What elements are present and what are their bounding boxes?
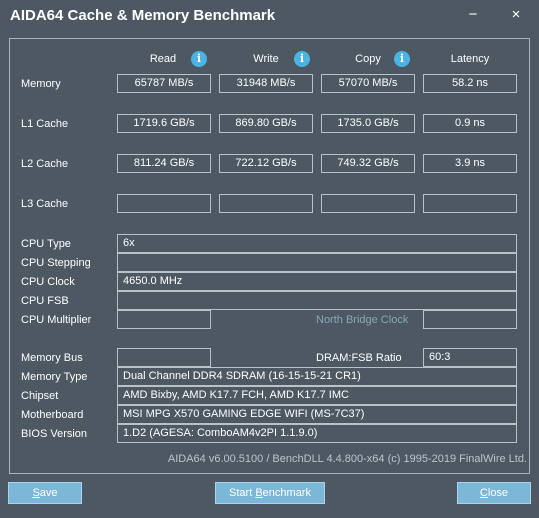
close-mnemonic: C <box>479 487 488 499</box>
minimize-icon[interactable]: − <box>461 4 485 26</box>
memory-bus-label: Memory Bus <box>21 352 83 364</box>
read-info-icon[interactable]: i <box>191 51 207 67</box>
cpu-type-label: CPU Type <box>21 238 71 250</box>
read-column-header: Read <box>149 53 177 65</box>
memory-latency-value: 58.2 ns <box>423 74 517 93</box>
write-column-header: Write <box>253 53 279 65</box>
cpu-multiplier-label: CPU Multiplier <box>21 314 92 326</box>
motherboard-value: MSI MPG X570 GAMING EDGE WIFI (MS-7C37) <box>117 405 517 424</box>
l3-copy-value <box>321 194 415 213</box>
window-title: AIDA64 Cache & Memory Benchmark <box>10 7 276 24</box>
l2-cache-row-label: L2 Cache <box>21 158 69 170</box>
memory-type-label: Memory Type <box>21 371 88 383</box>
save-button[interactable]: Save <box>8 482 82 504</box>
l1-latency-value: 0.9 ns <box>423 114 517 133</box>
l3-read-value <box>117 194 211 213</box>
memory-read-value: 65787 MB/s <box>117 74 211 93</box>
l1-cache-row-label: L1 Cache <box>21 118 69 130</box>
memory-copy-value: 57070 MB/s <box>321 74 415 93</box>
start-label-prefix: Start <box>229 487 256 499</box>
copyright-footer: AIDA64 v6.00.5100 / BenchDLL 4.4.800-x64… <box>167 453 527 465</box>
memory-write-value: 31948 MB/s <box>219 74 313 93</box>
title-bar: AIDA64 Cache & Memory Benchmark − × <box>0 0 539 32</box>
l3-latency-value <box>423 194 517 213</box>
cpu-clock-value: 4650.0 MHz <box>117 272 517 291</box>
cpu-fsb-label: CPU FSB <box>21 295 69 307</box>
l3-cache-row-label: L3 Cache <box>21 198 69 210</box>
start-label-rest: enchmark <box>262 487 311 499</box>
cpu-fsb-value <box>117 291 517 310</box>
cpu-clock-label: CPU Clock <box>21 276 75 288</box>
latency-column-header: Latency <box>450 53 490 65</box>
dram-fsb-ratio-value: 60:3 <box>423 348 517 367</box>
l2-copy-value: 749.32 GB/s <box>321 154 415 173</box>
save-mnemonic: S <box>32 487 40 499</box>
start-mnemonic: B <box>255 487 263 499</box>
cpu-type-value: 6x <box>117 234 517 253</box>
save-label-rest: ave <box>39 487 58 499</box>
memory-row-label: Memory <box>21 78 61 90</box>
l3-write-value <box>219 194 313 213</box>
cpu-stepping-value <box>117 253 517 272</box>
l2-read-value: 811.24 GB/s <box>117 154 211 173</box>
l1-copy-value: 1735.0 GB/s <box>321 114 415 133</box>
chipset-label: Chipset <box>21 390 59 402</box>
motherboard-label: Motherboard <box>21 409 84 421</box>
north-bridge-clock-value <box>423 310 517 329</box>
cpu-stepping-label: CPU Stepping <box>21 257 91 269</box>
copy-info-icon[interactable]: i <box>394 51 410 67</box>
cpu-multiplier-value <box>117 310 211 329</box>
chipset-value: AMD Bixby, AMD K17.7 FCH, AMD K17.7 IMC <box>117 386 517 405</box>
bios-version-value: 1.D2 (AGESA: ComboAM4v2PI 1.1.9.0) <box>117 424 517 443</box>
copy-column-header: Copy <box>355 53 381 65</box>
bios-version-label: BIOS Version <box>21 428 88 440</box>
close-label-rest: lose <box>487 487 509 499</box>
start-benchmark-button[interactable]: Start Benchmark <box>215 482 325 504</box>
dram-fsb-ratio-label: DRAM:FSB Ratio <box>316 352 402 364</box>
memory-bus-value <box>117 348 211 367</box>
l1-write-value: 869.80 GB/s <box>219 114 313 133</box>
write-info-icon[interactable]: i <box>294 51 310 67</box>
l2-write-value: 722.12 GB/s <box>219 154 313 173</box>
close-icon[interactable]: × <box>504 4 528 26</box>
l2-latency-value: 3.9 ns <box>423 154 517 173</box>
l1-read-value: 1719.6 GB/s <box>117 114 211 133</box>
close-button[interactable]: Close <box>457 482 531 504</box>
north-bridge-clock-label: North Bridge Clock <box>316 314 409 326</box>
memory-type-value: Dual Channel DDR4 SDRAM (16-15-15-21 CR1… <box>117 367 517 386</box>
